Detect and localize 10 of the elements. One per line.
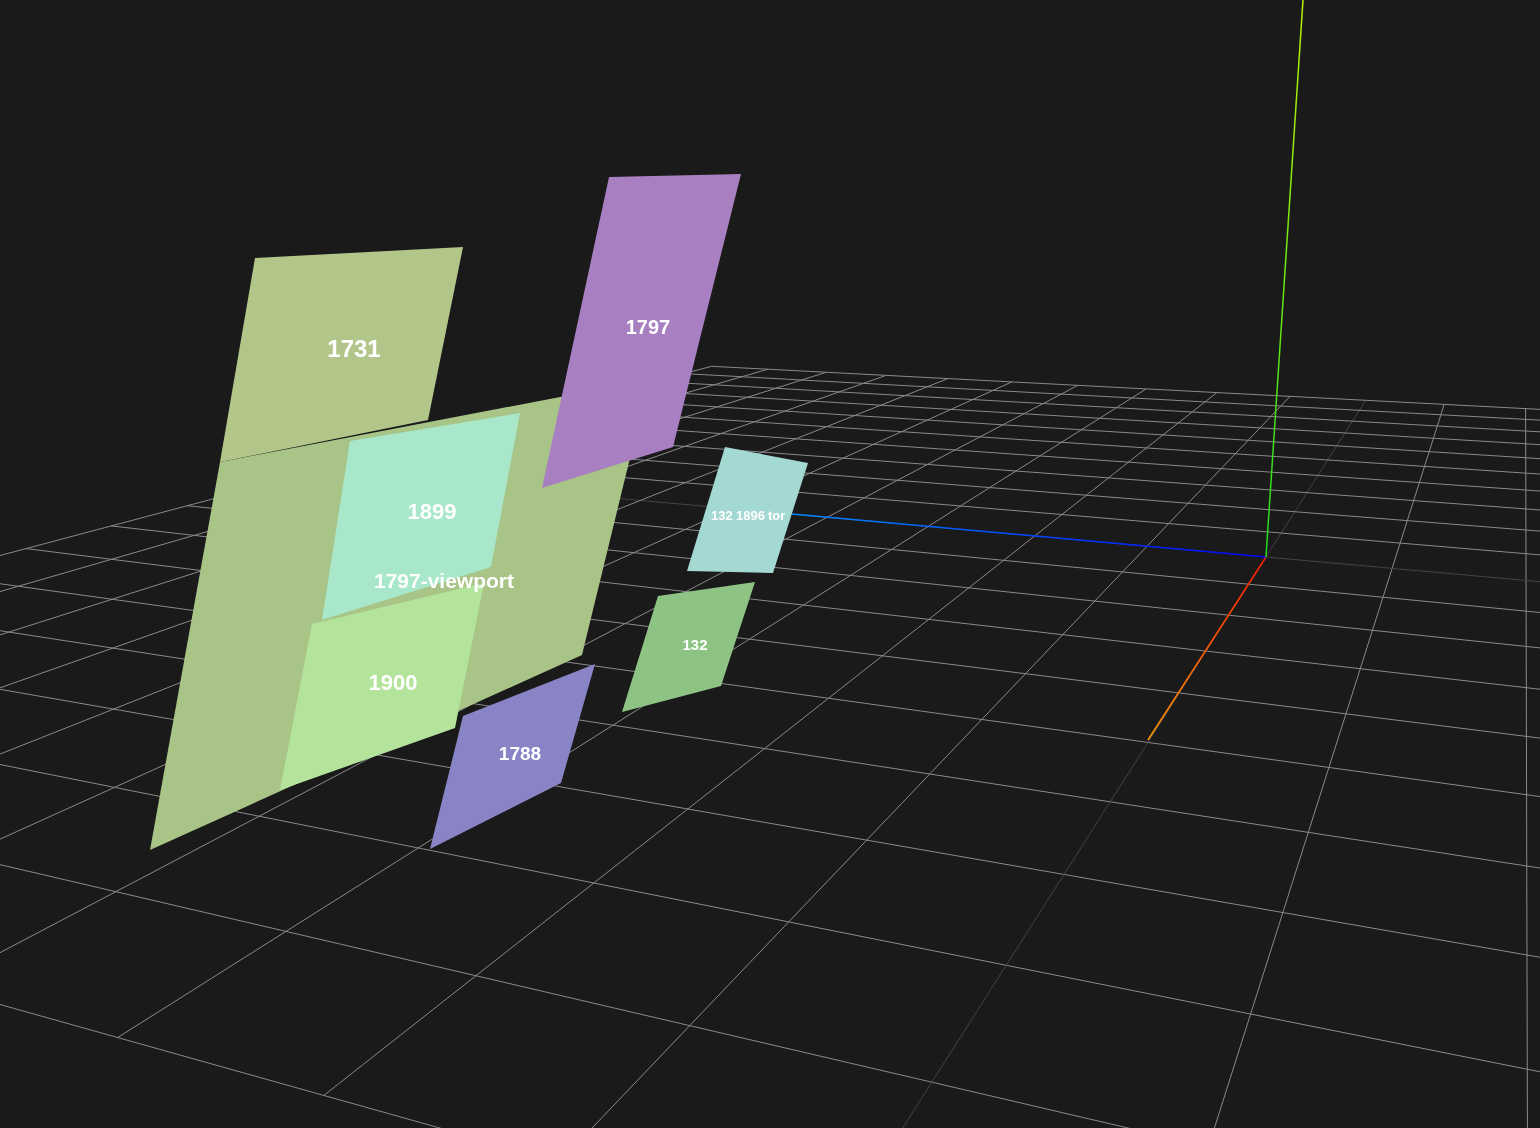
layer-label: 1899: [407, 499, 457, 524]
layer-label: tor: [768, 508, 786, 523]
layer-label: 1788: [498, 743, 542, 764]
layer-label: 1896: [736, 508, 765, 523]
layer-label: 1797: [625, 316, 671, 338]
layer-label: 132: [711, 508, 733, 523]
layer-label: 1797-viewport: [373, 569, 515, 592]
layer-label: 132: [682, 636, 708, 653]
layer-label: 1731: [327, 335, 381, 362]
layer-label: 1900: [368, 670, 418, 695]
